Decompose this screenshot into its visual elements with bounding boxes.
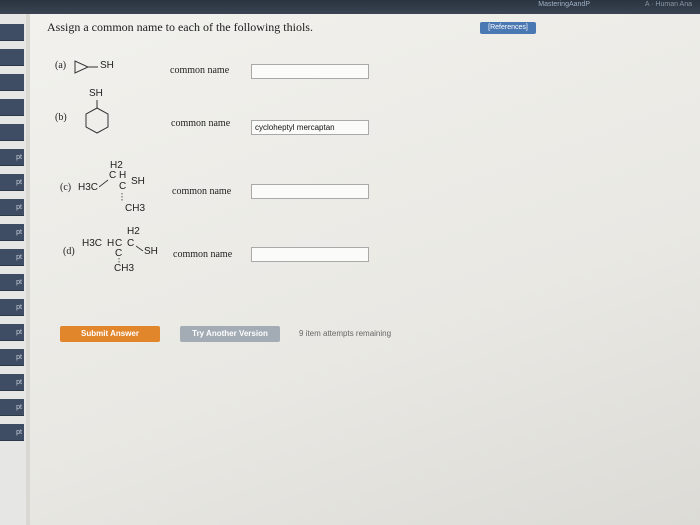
page-title: Assign a common name to each of the foll… <box>47 20 313 34</box>
top-bar: MasteringAandP A · Human Ana <box>0 0 700 14</box>
molecule-a: SH <box>72 56 132 76</box>
question-d-field-label: common name <box>173 249 233 260</box>
cyclohexyl-ring-icon <box>85 100 109 134</box>
question-a-field-label: common name <box>170 65 230 76</box>
sidebar-item[interactable]: pt <box>0 374 24 391</box>
sidebar-item[interactable]: pt <box>0 199 24 216</box>
question-d-label: (d) <box>63 246 75 257</box>
sidebar-item[interactable] <box>0 99 24 116</box>
sidebar-item[interactable] <box>0 49 24 66</box>
sidebar-item[interactable]: pt <box>0 274 24 291</box>
submit-answer-button[interactable]: Submit Answer <box>60 326 160 342</box>
question-b-answer-input[interactable]: cycloheptyl mercaptan <box>251 120 369 135</box>
attempts-remaining-text: 9 item attempts remaining <box>299 329 392 338</box>
sidebar-item[interactable]: pt <box>0 324 24 341</box>
question-c-answer-input[interactable] <box>251 184 369 199</box>
sidebar-item[interactable] <box>0 24 24 41</box>
sidebar-item[interactable] <box>0 124 24 141</box>
question-a-label: (a) <box>55 60 67 71</box>
question-c-label: (c) <box>60 182 72 193</box>
molecule-c: H2 H3C C H SH C CH3 <box>78 160 168 220</box>
sidebar-item[interactable]: pt <box>0 224 24 241</box>
sidebar-item[interactable]: pt <box>0 174 24 191</box>
question-c-field-label: common name <box>172 186 232 197</box>
sidebar-item[interactable]: pt <box>0 249 24 266</box>
bond-lines <box>98 179 123 202</box>
molecule-b: SH <box>84 86 124 146</box>
sidebar-item[interactable]: pt <box>0 149 24 166</box>
brand-name: MasteringAandP <box>538 1 590 8</box>
sidebar: pt pt pt pt pt pt pt pt pt pt pt pt <box>0 14 26 525</box>
try-another-version-button[interactable]: Try Another Version <box>180 326 280 342</box>
molecule-d: H2 H3C H C C SH C CH3 <box>82 226 172 286</box>
bond-lines <box>118 245 144 263</box>
question-b-field-label: common name <box>171 118 231 129</box>
sidebar-item[interactable]: pt <box>0 399 24 416</box>
sidebar-item[interactable]: pt <box>0 349 24 366</box>
sidebar-item[interactable]: pt <box>0 299 24 316</box>
question-a-answer-input[interactable] <box>251 64 369 79</box>
thiol-sh-label: SH <box>100 60 114 71</box>
references-button[interactable]: [References] <box>480 22 536 34</box>
question-d-answer-input[interactable] <box>251 247 369 262</box>
user-name[interactable]: A · Human Ana <box>645 1 692 8</box>
question-b-label: (b) <box>55 112 67 123</box>
sidebar-item[interactable]: pt <box>0 424 24 441</box>
sidebar-item[interactable] <box>0 74 24 91</box>
